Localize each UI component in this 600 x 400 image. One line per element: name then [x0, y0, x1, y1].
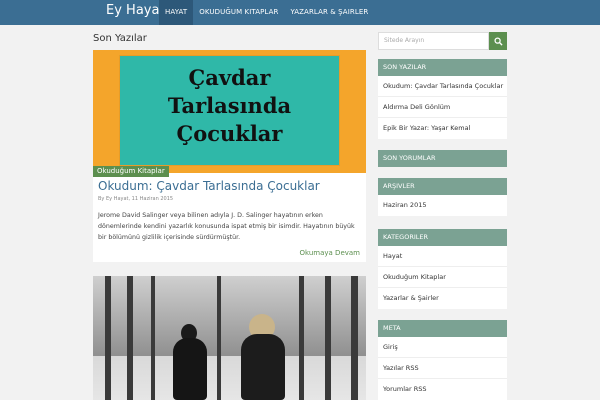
- photo-tree: [217, 276, 221, 400]
- widget-categories: Kategoriler Hayat Okuduğum Kitaplar Yaza…: [378, 229, 507, 309]
- photo-tree: [299, 276, 304, 400]
- photo-person: [241, 334, 285, 400]
- nav-item-okudugum-kitaplar[interactable]: Okuduğum Kitaplar: [193, 0, 284, 25]
- post-excerpt: Jerome David Salinger veya bilinen adıyl…: [98, 212, 355, 241]
- photo-person: [173, 338, 207, 400]
- thumbnail-text: Çavdar Tarlasında Çocuklar: [120, 64, 339, 148]
- widget-recent-comments: Son Yorumlar: [378, 150, 507, 167]
- widget-link[interactable]: Okuduğum Kitaplar: [378, 267, 507, 288]
- widget-link[interactable]: Epik Bir Yazar: Yaşar Kemal: [378, 118, 507, 139]
- search-button[interactable]: [489, 32, 507, 50]
- post-meta: By Ey Hayat, 11 Haziran 2015: [98, 196, 174, 202]
- page-title: Son Yazılar: [93, 33, 147, 44]
- widget-link[interactable]: Yazılar RSS: [378, 358, 507, 379]
- post-thumbnail[interactable]: [93, 276, 366, 400]
- nav-item-yazarlar-sairler[interactable]: Yazarlar & Şairler: [284, 0, 374, 25]
- widget-link[interactable]: Haziran 2015: [378, 195, 507, 216]
- photo-tree: [151, 276, 155, 400]
- thumbnail-text-line: Çocuklar: [176, 121, 283, 146]
- nav-item-hayat[interactable]: Hayat: [159, 0, 194, 25]
- category-badge[interactable]: Okuduğum Kitaplar: [93, 166, 169, 177]
- widget-title: Meta: [378, 320, 507, 337]
- photo-tree: [127, 276, 133, 400]
- photo-tree: [105, 276, 111, 400]
- thumbnail-text-line: Tarlasında: [167, 93, 292, 118]
- widget-link[interactable]: Yorumlar RSS: [378, 379, 507, 400]
- chalkboard-image: Çavdar Tarlasında Çocuklar: [120, 56, 339, 165]
- widget-title: Son Yazılar: [378, 59, 507, 76]
- post-card: Çavdar Tarlasında Çocuklar Okuduğum Kita…: [93, 50, 366, 262]
- widget-meta: Meta Giriş Yazılar RSS Yorumlar RSS: [378, 320, 507, 400]
- main-nav: Hayat Okuduğum Kitaplar Yazarlar & Şairl…: [159, 0, 374, 25]
- post-card: [93, 276, 366, 400]
- top-bar: Ey Hayat Hayat Okuduğum Kitaplar Yazarla…: [0, 0, 600, 25]
- widget-recent-posts: Son Yazılar Okudum: Çavdar Tarlasında Ço…: [378, 59, 507, 139]
- photo-tree: [351, 276, 358, 400]
- widget-link[interactable]: Yazarlar & Şairler: [378, 288, 507, 309]
- widget-archives: Arşivler Haziran 2015: [378, 178, 507, 216]
- post-thumbnail[interactable]: Çavdar Tarlasında Çocuklar: [93, 50, 366, 173]
- widget-link[interactable]: Giriş: [378, 337, 507, 358]
- read-more-link[interactable]: Okumaya Devam: [300, 249, 361, 257]
- widget-title: Kategoriler: [378, 229, 507, 246]
- search-input[interactable]: Sitede Arayın: [378, 32, 489, 50]
- widget-link[interactable]: Aldırma Deli Gönlüm: [378, 97, 507, 118]
- post-title[interactable]: Okudum: Çavdar Tarlasında Çocuklar: [98, 179, 320, 193]
- widget-title: Son Yorumlar: [378, 150, 507, 167]
- search-icon: [493, 36, 503, 46]
- photo-tree: [325, 276, 331, 400]
- widget-link[interactable]: Okudum: Çavdar Tarlasında Çocuklar: [378, 76, 507, 97]
- thumbnail-text-line: Çavdar: [188, 65, 271, 90]
- widget-link[interactable]: Hayat: [378, 246, 507, 267]
- site-brand[interactable]: Ey Hayat: [106, 3, 165, 18]
- widget-title: Arşivler: [378, 178, 507, 195]
